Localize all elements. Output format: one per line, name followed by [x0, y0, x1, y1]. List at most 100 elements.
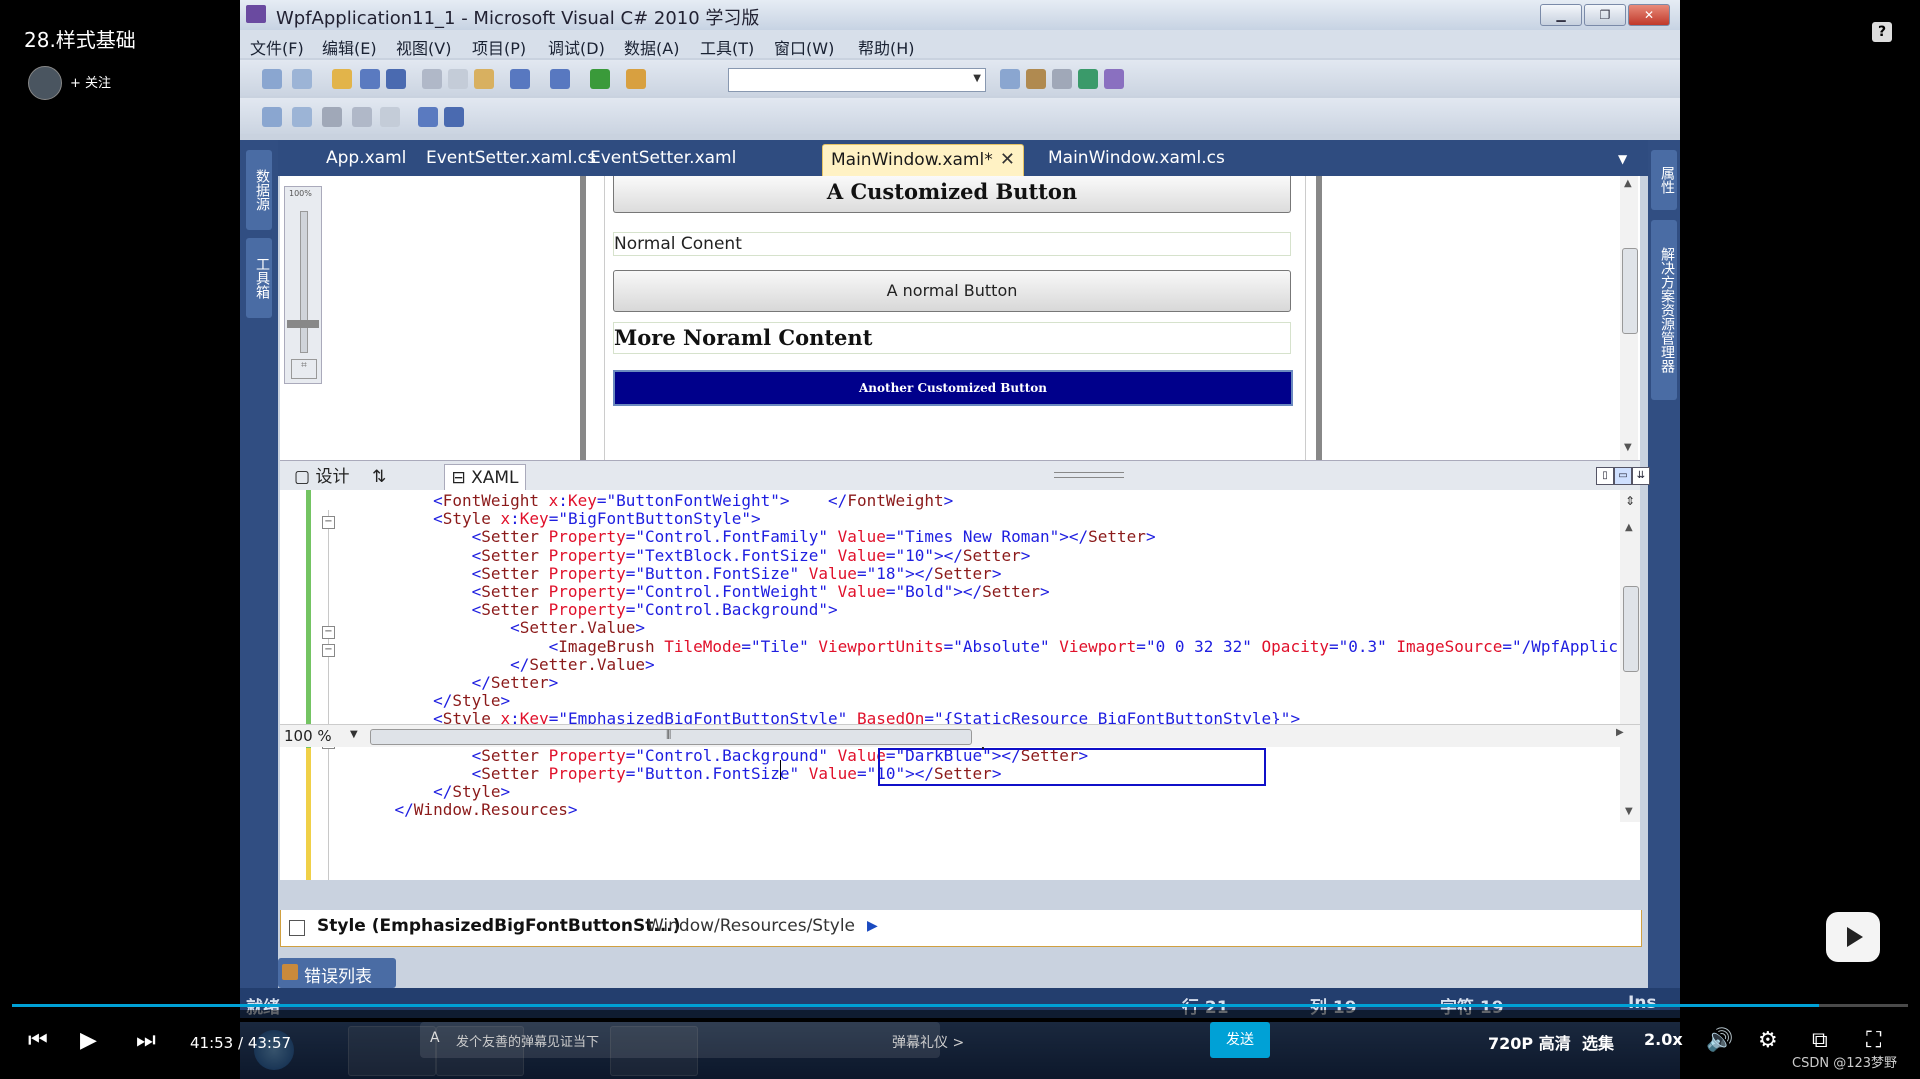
maximize-button[interactable]: ❐: [1584, 4, 1626, 26]
extension-manager-icon[interactable]: [1104, 69, 1124, 89]
start-debug-icon[interactable]: [590, 69, 610, 89]
menu-edit[interactable]: 编辑(E): [322, 35, 377, 59]
scroll-up-icon[interactable]: ▲: [1624, 178, 1632, 189]
vertical-split-icon[interactable]: ▯: [1596, 467, 1614, 485]
chevron-right-icon[interactable]: ▶: [867, 918, 878, 934]
scroll-right-icon[interactable]: ▶: [1616, 727, 1624, 738]
normal-content-text[interactable]: Normal Conent: [613, 232, 1291, 256]
scroll-down-icon[interactable]: ▼: [1625, 806, 1633, 817]
open-file-icon[interactable]: [332, 69, 352, 89]
cut-icon[interactable]: [422, 69, 442, 89]
properties-icon[interactable]: [1026, 69, 1046, 89]
solution-explorer-tab[interactable]: 解决方案资源管理器: [1651, 220, 1677, 400]
collapse-pane-icon[interactable]: ⇊: [1632, 467, 1650, 485]
fullscreen-icon[interactable]: ⛶: [1866, 1028, 1881, 1053]
wpf-designer[interactable]: 100% ⌗ A Customized Button Normal Conent…: [280, 176, 1640, 460]
start-page-icon[interactable]: [1078, 69, 1098, 89]
menu-data[interactable]: 数据(A): [624, 35, 679, 59]
solution-explorer-icon[interactable]: [1000, 69, 1020, 89]
scroll-up-icon[interactable]: ▲: [1625, 522, 1633, 533]
danmu-style-icon[interactable]: A: [430, 1030, 440, 1046]
video-progress-bar[interactable]: [12, 1004, 1908, 1007]
danmu-input[interactable]: A 发个友善的弹幕见证当下: [420, 1022, 940, 1058]
uploader-avatar[interactable]: [28, 66, 62, 100]
minimize-button[interactable]: ▁: [1540, 4, 1582, 26]
tab-eventsetter-xaml[interactable]: EventSetter.xaml: [590, 148, 736, 168]
tab-xaml[interactable]: ⊟ XAML: [444, 464, 526, 491]
chevron-down-icon[interactable]: ▼: [350, 729, 358, 740]
play-icon[interactable]: ▶: [80, 1028, 97, 1053]
tab-app-xaml[interactable]: App.xaml: [326, 148, 406, 168]
close-icon[interactable]: ✕: [1000, 149, 1015, 170]
volume-icon[interactable]: 🔊: [1706, 1028, 1733, 1053]
tab-eventsetter-xaml-cs[interactable]: EventSetter.xaml.cs: [426, 148, 596, 168]
breadcrumb-path[interactable]: Window/Resources/Style: [647, 916, 855, 936]
horizontal-scroll-thumb[interactable]: ⦀: [370, 728, 972, 745]
toolbox-icon[interactable]: [1052, 69, 1072, 89]
data-sources-tab[interactable]: 数据源: [246, 150, 272, 230]
editor-scrollbar[interactable]: ⇕ ▲ ▼: [1620, 490, 1640, 822]
font-icon[interactable]: [352, 107, 372, 127]
code-line[interactable]: </Window.Resources>: [356, 799, 578, 821]
fold-toggle-icon[interactable]: −: [322, 644, 335, 657]
splitter-grip[interactable]: [1054, 472, 1124, 478]
customized-button[interactable]: A Customized Button: [613, 176, 1291, 213]
horizontal-split-icon[interactable]: ▭: [1614, 467, 1632, 485]
another-customized-button[interactable]: Another Customized Button: [613, 370, 1293, 406]
tab-list-dropdown-icon[interactable]: ▼: [1618, 152, 1627, 166]
breadcrumb-element[interactable]: Style (EmphasizedBigFontButtonSt...): [317, 916, 681, 936]
danmu-etiquette-link[interactable]: 弹幕礼仪 >: [892, 1032, 964, 1052]
menu-help[interactable]: 帮助(H): [858, 35, 915, 59]
menu-view[interactable]: 视图(V): [396, 35, 451, 59]
next-icon[interactable]: ⏭: [136, 1028, 156, 1053]
fold-toggle-icon[interactable]: −: [322, 626, 335, 639]
menu-file[interactable]: 文件(F): [250, 35, 304, 59]
scroll-down-icon[interactable]: ▼: [1624, 442, 1632, 453]
follow-button[interactable]: + 关注: [70, 72, 111, 91]
format-icon[interactable]: [380, 107, 400, 127]
close-button[interactable]: ✕: [1628, 4, 1670, 26]
properties-tab[interactable]: 属性: [1651, 150, 1677, 210]
size-icon[interactable]: [292, 107, 312, 127]
zoom-thumb[interactable]: [287, 320, 319, 328]
designer-scrollbar[interactable]: ▲ ▼: [1620, 176, 1638, 460]
outdent-icon[interactable]: [444, 107, 464, 127]
zoom-slider[interactable]: 100% ⌗: [284, 186, 322, 384]
xaml-code-editor[interactable]: − − − − <FontWeight x:Key="ButtonFontWei…: [280, 490, 1640, 880]
align-icon[interactable]: [262, 107, 282, 127]
scroll-thumb[interactable]: [1622, 248, 1638, 334]
zoom-to-fit-icon[interactable]: ⌗: [291, 359, 317, 379]
fold-toggle-icon[interactable]: −: [322, 516, 335, 529]
menu-window[interactable]: 窗口(W): [774, 35, 834, 59]
speed-selector[interactable]: 2.0x: [1644, 1030, 1683, 1049]
settings-gear-icon[interactable]: ⚙: [1758, 1028, 1778, 1053]
more-content-text[interactable]: More Noraml Content: [613, 322, 1291, 354]
copy-icon[interactable]: [448, 69, 468, 89]
toolbox-tab[interactable]: 工具箱: [246, 238, 272, 318]
tab-design[interactable]: ▢ 设计: [294, 464, 349, 490]
solution-config-select[interactable]: ▼: [728, 68, 986, 92]
normal-button[interactable]: A normal Button: [613, 270, 1291, 312]
picture-in-picture-icon[interactable]: ⧉: [1812, 1028, 1828, 1053]
add-item-icon[interactable]: [292, 69, 312, 89]
help-icon[interactable]: ?: [1872, 22, 1892, 42]
previous-icon[interactable]: ⏮: [28, 1028, 48, 1053]
error-list-tab[interactable]: 错误列表: [278, 958, 396, 988]
swap-panes-icon[interactable]: ⇅: [372, 464, 386, 490]
indent-icon[interactable]: [418, 107, 438, 127]
episodes-button[interactable]: 选集: [1582, 1030, 1614, 1054]
save-icon[interactable]: [360, 69, 380, 89]
menu-debug[interactable]: 调试(D): [548, 35, 605, 59]
menu-tools[interactable]: 工具(T): [700, 35, 754, 59]
paste-icon[interactable]: [474, 69, 494, 89]
menu-project[interactable]: 项目(P): [472, 35, 526, 59]
new-project-icon[interactable]: [262, 69, 282, 89]
pointer-icon[interactable]: [322, 107, 342, 127]
send-danmu-button[interactable]: 发送: [1210, 1022, 1270, 1058]
tab-mainwindow-xaml-cs[interactable]: MainWindow.xaml.cs: [1048, 148, 1225, 168]
undo-icon[interactable]: [510, 69, 530, 89]
find-in-files-icon[interactable]: [626, 69, 646, 89]
save-all-icon[interactable]: [386, 69, 406, 89]
quality-selector[interactable]: 720P 高清: [1488, 1030, 1571, 1054]
split-editor-icon[interactable]: ⇕: [1622, 494, 1638, 510]
